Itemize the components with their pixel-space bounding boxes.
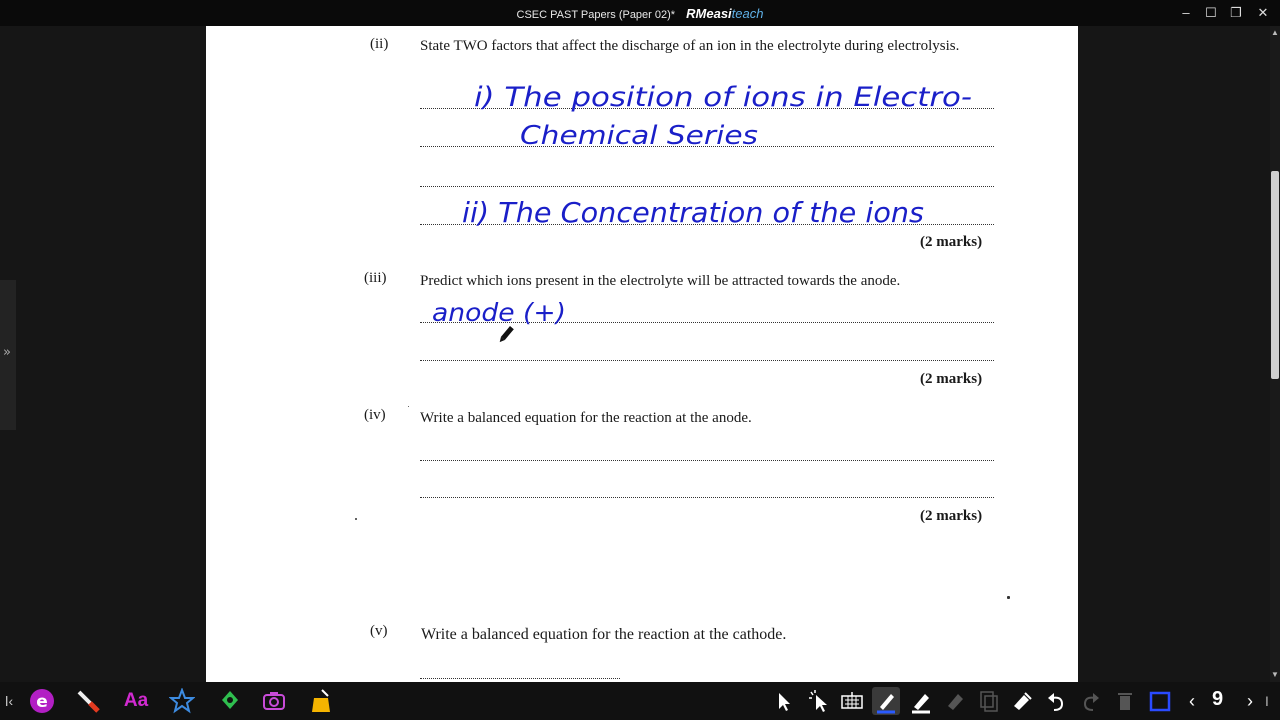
pen-cursor-icon bbox=[499, 326, 514, 343]
handwritten-answer: ii) The Concentration of the ions bbox=[462, 196, 924, 229]
handwritten-answer: i) The position of ions in Electro- bbox=[474, 82, 972, 113]
brand-logo: RMeasiteach bbox=[686, 6, 764, 21]
title-bar: CSEC PAST Papers (Paper 02)* RMeasiteach… bbox=[0, 0, 1280, 26]
scroll-up-icon[interactable]: ▲ bbox=[1271, 28, 1279, 38]
restore-button[interactable]: ❐ bbox=[1224, 2, 1248, 24]
fill-icon[interactable] bbox=[1008, 687, 1036, 715]
window-title: CSEC PAST Papers (Paper 02)* bbox=[516, 9, 676, 21]
exam-page[interactable]: (ii) State TWO factors that affect the d… bbox=[206, 26, 1078, 682]
collapse-toolbar-button[interactable]: ǀ‹ bbox=[0, 687, 18, 715]
minimize-button[interactable]: – bbox=[1174, 2, 1198, 24]
shape-icon[interactable] bbox=[307, 687, 335, 715]
copy-icon[interactable] bbox=[975, 687, 1003, 715]
handwritten-answer: anode (+) bbox=[432, 298, 566, 327]
expand-icon: » bbox=[3, 345, 11, 360]
highlighter-icon[interactable] bbox=[907, 687, 935, 715]
toolbar-right-handle[interactable]: ǀ bbox=[1258, 687, 1276, 715]
ink-layer: i) The position of ions in Electro- Chem… bbox=[432, 82, 972, 343]
text-icon[interactable]: Aa bbox=[120, 687, 152, 715]
page-number: 9 bbox=[1212, 688, 1224, 710]
keyboard-icon[interactable] bbox=[838, 687, 866, 715]
scroll-down-icon[interactable]: ▼ bbox=[1271, 670, 1279, 680]
svg-text:e: e bbox=[36, 692, 48, 712]
maximize-button[interactable]: ☐ bbox=[1199, 2, 1223, 24]
close-button[interactable]: ✕ bbox=[1251, 2, 1275, 24]
side-panel-handle[interactable]: » bbox=[0, 280, 16, 430]
trash-icon[interactable] bbox=[1111, 687, 1139, 715]
edge-icon[interactable]: e bbox=[28, 687, 56, 715]
marker-icon[interactable] bbox=[74, 687, 102, 715]
vertical-scrollbar[interactable]: ▲ ▼ bbox=[1270, 26, 1280, 682]
pointer-icon[interactable] bbox=[770, 687, 798, 715]
camera-icon[interactable] bbox=[260, 687, 288, 715]
prev-page-icon[interactable]: ‹ bbox=[1178, 687, 1206, 715]
handwritten-answer: Chemical Series bbox=[520, 121, 758, 151]
bottom-toolbar: ǀ‹ e Aa ‹ 9 › ǀ bbox=[0, 682, 1280, 720]
redo-icon[interactable] bbox=[1076, 687, 1104, 715]
pen-icon[interactable] bbox=[872, 687, 900, 715]
scroll-thumb[interactable] bbox=[1271, 171, 1279, 379]
undo-icon[interactable] bbox=[1043, 687, 1071, 715]
magic-pointer-icon[interactable] bbox=[805, 687, 833, 715]
recycle-icon[interactable] bbox=[216, 687, 244, 715]
star-icon[interactable] bbox=[168, 687, 196, 715]
rectangle-select-icon[interactable] bbox=[1146, 687, 1174, 715]
eraser-icon[interactable] bbox=[941, 687, 969, 715]
